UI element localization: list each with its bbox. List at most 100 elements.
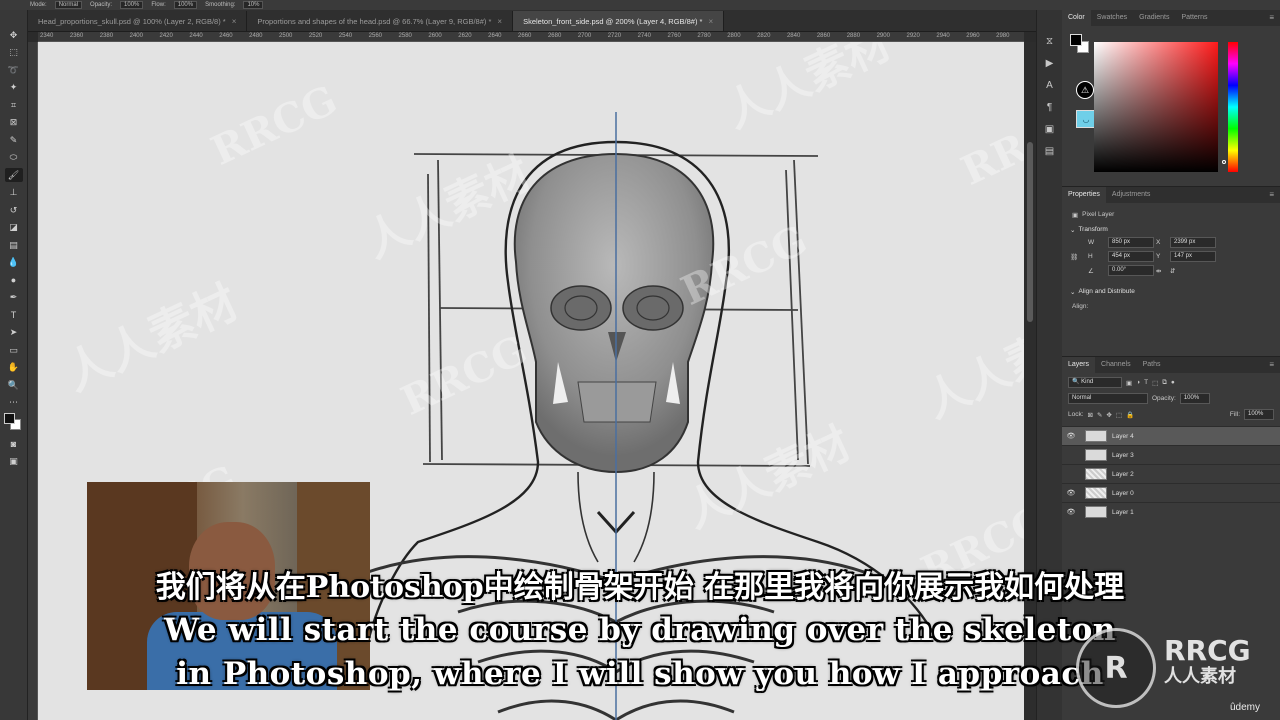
type-tool-icon[interactable]: T — [5, 308, 23, 322]
character-icon[interactable]: A — [1042, 78, 1058, 92]
eraser-tool-icon[interactable]: ◪ — [5, 221, 23, 235]
screen-mode-icon[interactable]: ▣ — [5, 454, 23, 468]
rectangle-tool-icon[interactable]: ▭ — [5, 343, 23, 357]
layer-opacity-field[interactable]: 100% — [1179, 393, 1210, 404]
dodge-tool-icon[interactable]: ● — [5, 273, 23, 287]
more-tools-icon[interactable]: ⋯ — [5, 396, 23, 410]
gradient-tool-icon[interactable]: ▤ — [5, 238, 23, 252]
lock-transparent-icon[interactable]: ⊠ — [1088, 411, 1093, 419]
layer-row[interactable]: 👁 Layer 4 — [1062, 426, 1280, 445]
pixel-filter-icon[interactable]: ▣ — [1126, 379, 1132, 387]
width-field[interactable]: 850 px — [1108, 237, 1154, 248]
tab-channels[interactable]: Channels — [1095, 357, 1137, 373]
layer-row[interactable]: 👁 Layer 0 — [1062, 483, 1280, 502]
y-field[interactable]: 147 px — [1170, 251, 1216, 262]
tab-head-proportions[interactable]: Head_proportions_skull.psd @ 100% (Layer… — [28, 11, 248, 31]
visibility-eye-icon[interactable]: 👁 — [1062, 508, 1080, 516]
horizontal-ruler[interactable]: 2340 2360 2380 2400 2420 2440 2460 2480 2500 2520… — [38, 32, 1024, 42]
panel-menu-icon[interactable]: ≡ — [1269, 13, 1274, 22]
tab-swatches[interactable]: Swatches — [1091, 10, 1133, 26]
layer-row[interactable]: Layer 2 — [1062, 464, 1280, 483]
crop-tool-icon[interactable]: ⌗ — [5, 98, 23, 112]
blur-tool-icon[interactable]: 💧 — [5, 256, 23, 270]
angle-field[interactable]: 0.00° — [1108, 265, 1154, 276]
quick-mask-icon[interactable]: ◙ — [5, 437, 23, 451]
paragraph-icon[interactable]: ¶ — [1042, 100, 1058, 114]
adjustment-filter-icon[interactable]: ◑ — [1136, 379, 1140, 386]
layer-row[interactable]: 👁 Layer 1 — [1062, 502, 1280, 521]
flip-vertical-icon[interactable]: ⇵ — [1170, 267, 1216, 275]
angle-icon: ∠ — [1088, 267, 1094, 275]
close-icon[interactable]: × — [232, 17, 237, 26]
visibility-eye-icon[interactable]: 👁 — [1062, 489, 1080, 497]
tab-layers[interactable]: Layers — [1062, 357, 1096, 373]
web-color-icon[interactable]: ◡ — [1076, 110, 1096, 128]
path-selection-tool-icon[interactable]: ➤ — [5, 326, 23, 340]
magic-wand-tool-icon[interactable]: ✦ — [5, 81, 23, 95]
flow-field[interactable]: 100% — [173, 1, 198, 9]
lock-artboard-icon[interactable]: ⬚ — [1116, 411, 1122, 419]
x-field[interactable]: 2399 px — [1170, 237, 1216, 248]
marquee-tool-icon[interactable]: ⬚ — [5, 46, 23, 60]
scrollbar-thumb[interactable] — [1027, 142, 1033, 322]
move-tool-icon[interactable]: ✥ — [5, 28, 23, 42]
color-picker-field[interactable] — [1094, 42, 1226, 172]
flip-horizontal-icon[interactable]: ⇹ — [1156, 267, 1168, 275]
kind-filter-select[interactable]: 🔍 Kind — [1068, 377, 1122, 388]
foreground-color-swatch[interactable] — [1070, 34, 1082, 46]
align-section-header[interactable]: ⌄ Align and Distribute — [1062, 284, 1280, 299]
fill-field[interactable]: 100% — [1244, 409, 1274, 420]
opacity-field[interactable]: 100% — [120, 1, 144, 9]
foreground-color-swatch[interactable] — [3, 413, 15, 424]
visibility-eye-icon[interactable]: 👁 — [1062, 432, 1080, 440]
tab-proportions-shapes[interactable]: Proportions and shapes of the head.psd @… — [247, 11, 514, 31]
tab-properties[interactable]: Properties — [1062, 187, 1106, 203]
hand-tool-icon[interactable]: ✋ — [5, 361, 23, 375]
close-icon[interactable]: × — [708, 17, 713, 26]
filter-toggle-icon[interactable]: ● — [1171, 379, 1175, 386]
tab-patterns[interactable]: Patterns — [1175, 10, 1213, 26]
lock-image-icon[interactable]: ✎ — [1097, 411, 1102, 419]
tab-paths[interactable]: Paths — [1137, 357, 1167, 373]
ruler-tick-label: 2860 — [816, 33, 831, 39]
tab-color[interactable]: Color — [1062, 10, 1091, 26]
lock-position-icon[interactable]: ✥ — [1106, 411, 1111, 419]
hue-slider[interactable] — [1228, 42, 1238, 172]
tab-adjustments[interactable]: Adjustments — [1106, 187, 1157, 203]
frame-tool-icon[interactable]: ⊠ — [5, 116, 23, 130]
close-icon[interactable]: × — [497, 17, 502, 26]
layer-row[interactable]: Layer 3 — [1062, 445, 1280, 464]
history-icon[interactable]: ⧖ — [1042, 34, 1058, 48]
lasso-tool-icon[interactable]: ➰ — [5, 63, 23, 77]
healing-tool-icon[interactable]: ⬭ — [5, 151, 23, 165]
shape-filter-icon[interactable]: ⬚ — [1152, 379, 1158, 387]
type-filter-icon[interactable]: T — [1144, 379, 1148, 386]
brush-tool-icon[interactable]: 🖌 — [4, 168, 23, 182]
notes-icon[interactable]: ▤ — [1042, 144, 1058, 158]
stamp-tool-icon[interactable]: ⊥ — [5, 186, 23, 200]
tab-gradients[interactable]: Gradients — [1133, 10, 1175, 26]
pen-tool-icon[interactable]: ✒ — [5, 291, 23, 305]
color-picker-cursor[interactable] — [1222, 160, 1226, 164]
layer-name: Layer 0 — [1112, 489, 1134, 497]
color-panel-swatches[interactable] — [1070, 34, 1092, 56]
gamut-warning-icon[interactable]: ⚠ — [1076, 81, 1094, 99]
lock-all-icon[interactable]: 🔒 — [1126, 411, 1134, 419]
height-field[interactable]: 454 px — [1108, 251, 1154, 262]
transform-section-header[interactable]: ⌄ Transform — [1062, 222, 1280, 237]
panel-menu-icon[interactable]: ≡ — [1269, 360, 1274, 369]
panel-menu-icon[interactable]: ≡ — [1269, 190, 1274, 199]
mode-select[interactable]: Normal — [54, 1, 83, 9]
smart-object-filter-icon[interactable]: ⧉ — [1162, 379, 1167, 387]
eyedropper-tool-icon[interactable]: ✎ — [5, 133, 23, 147]
ruler-tick-label: 2620 — [458, 33, 472, 39]
link-icon[interactable]: ⛓ — [1070, 253, 1086, 261]
blend-mode-select[interactable]: Normal — [1068, 393, 1148, 404]
zoom-tool-icon[interactable]: 🔍 — [5, 378, 23, 392]
smoothing-field[interactable]: 10% — [243, 1, 264, 9]
history-brush-tool-icon[interactable]: ↺ — [5, 203, 23, 217]
foreground-background-swatches[interactable] — [3, 413, 24, 433]
libraries-icon[interactable]: ▣ — [1042, 122, 1058, 136]
play-actions-icon[interactable]: ▶ — [1042, 56, 1058, 70]
tab-skeleton-front[interactable]: Skeleton_front_side.psd @ 200% (Layer 4,… — [513, 11, 725, 31]
